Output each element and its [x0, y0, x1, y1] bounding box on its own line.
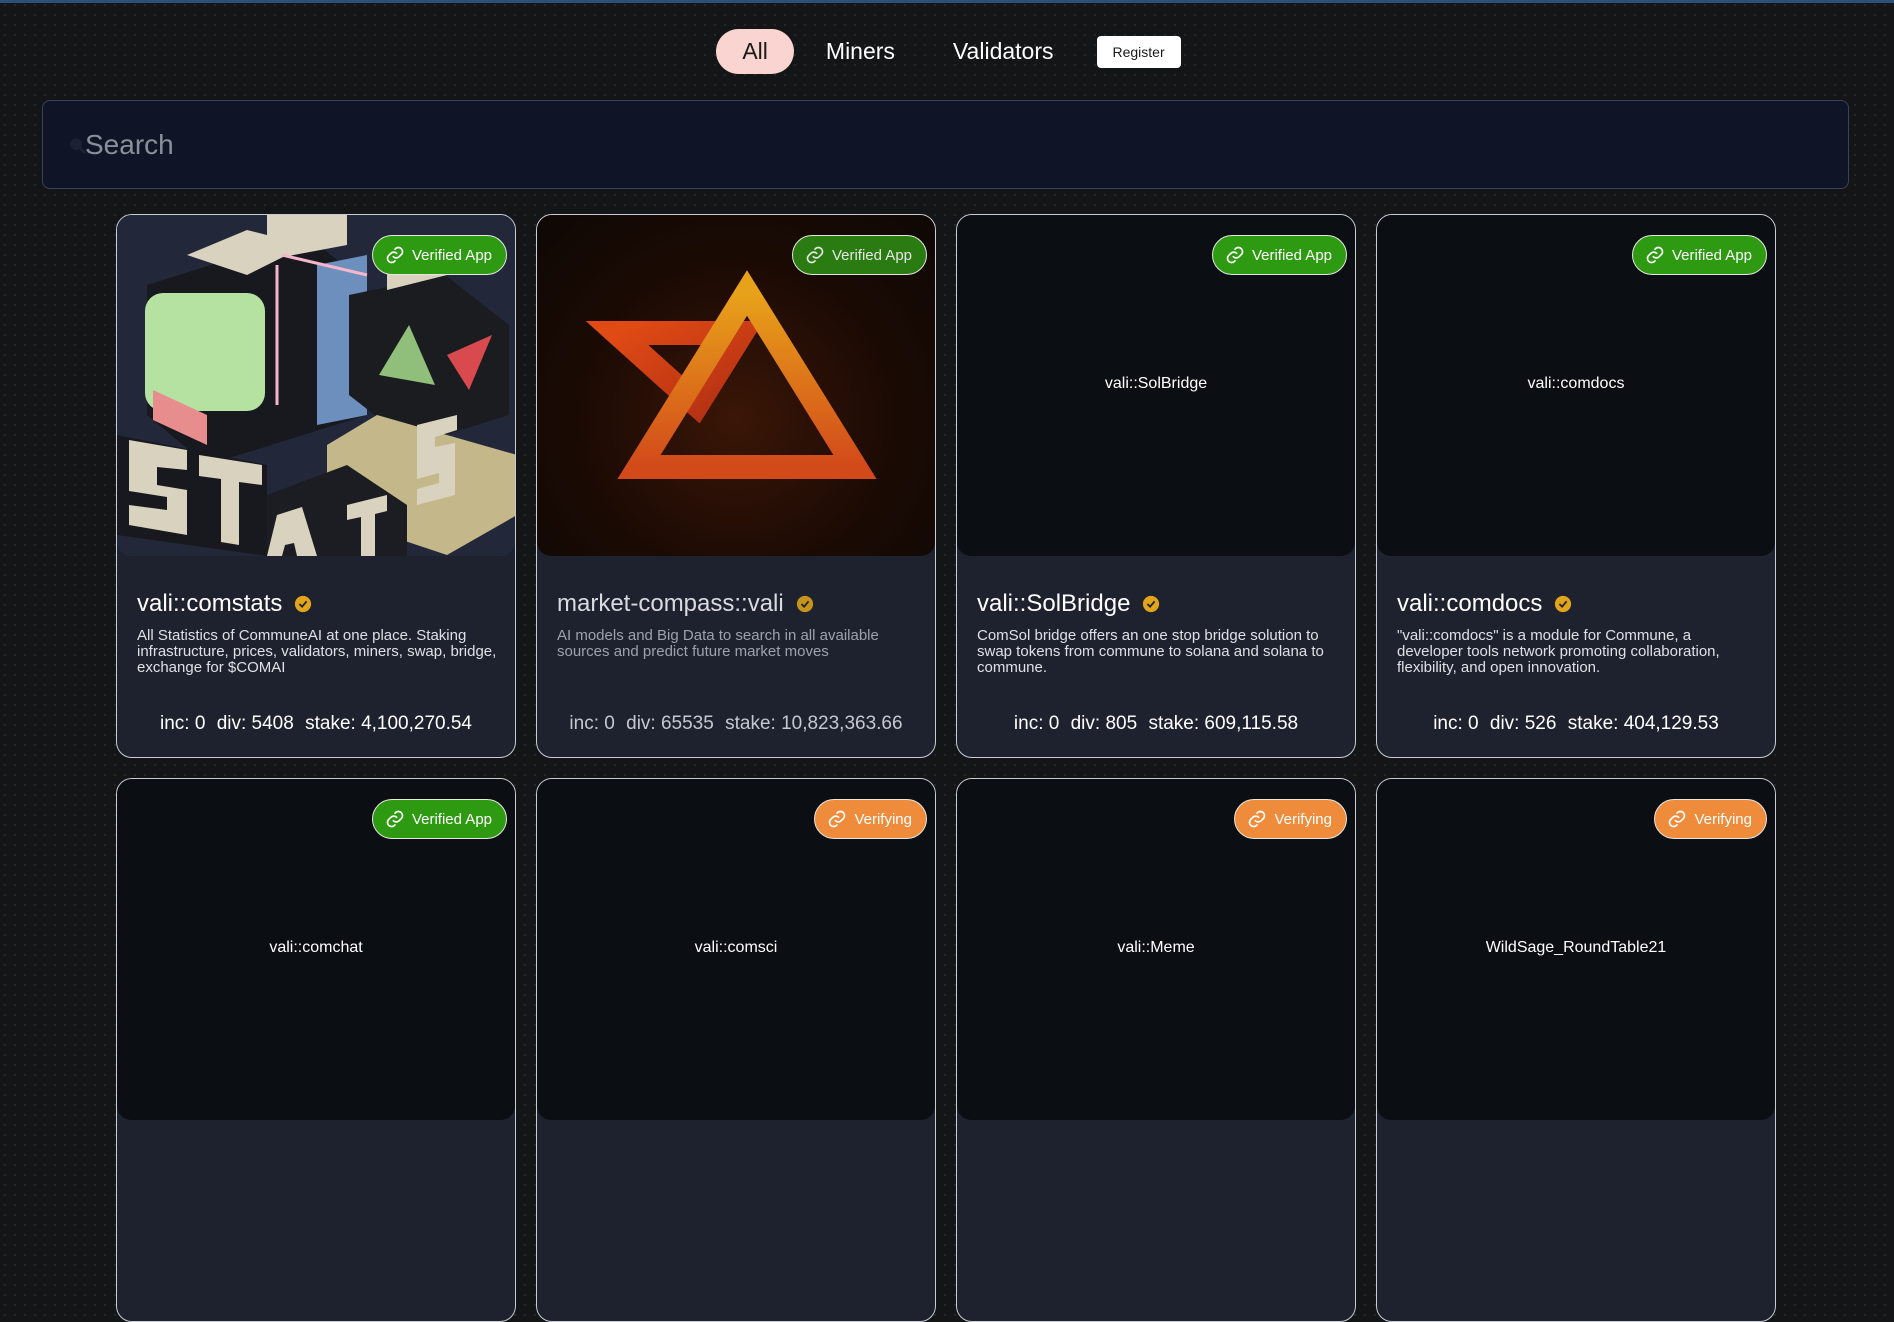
app-card-comchat[interactable]: vali::comchat Verified App [116, 778, 516, 1322]
card-stats: inc: 0 div: 805 stake: 609,115.58 [957, 713, 1355, 735]
dividends-stat: div: 805 [1070, 713, 1138, 734]
incentive-stat: inc: 0 [159, 713, 206, 734]
app-card-meme[interactable]: vali::Meme Verifying [956, 778, 1356, 1322]
link-icon [829, 810, 846, 828]
top-accent-rule [0, 0, 1894, 3]
app-card-solbridge[interactable]: vali::SolBridge Verified App vali::SolBr… [956, 214, 1356, 758]
image-placeholder-text: vali::SolBridge [1104, 375, 1208, 392]
image-placeholder-text: WildSage_RoundTable21 [1485, 939, 1667, 956]
badge-label: Verified App [411, 810, 492, 828]
stake-stat: stake: 10,823,363.66 [725, 713, 903, 734]
badge-label: Verified App [1671, 246, 1752, 264]
verified-badge: Verified App [1631, 235, 1767, 275]
badge-label: Verifying [1274, 810, 1332, 828]
card-title-text: vali::comdocs [1397, 590, 1543, 617]
image-placeholder-text: vali::comdocs [1527, 375, 1625, 392]
verified-badge: Verified App [371, 235, 507, 275]
verified-check-icon [796, 595, 813, 613]
card-title-text: vali::comstats [137, 590, 283, 617]
card-title-text: market-compass::vali [557, 590, 784, 617]
verified-check-icon [295, 595, 312, 613]
app-card-comdocs[interactable]: vali::comdocs Verified App vali::comdocs… [1376, 214, 1776, 758]
incentive-stat: inc: 0 [1433, 713, 1479, 734]
verifying-badge: Verifying [1234, 799, 1347, 839]
card-title: vali::comdocs [1397, 590, 1572, 618]
app-card-market-compass[interactable]: Verified App market-compass::vali AI mod… [536, 214, 936, 758]
verified-check-icon [1143, 595, 1160, 613]
verifying-badge: Verifying [1654, 799, 1767, 839]
verified-check-icon [1555, 595, 1572, 613]
verified-badge: Verified App [791, 235, 927, 275]
app-card-wildsage-roundtable21[interactable]: WildSage_RoundTable21 Verifying [1376, 778, 1776, 1322]
card-description: "vali::comdocs" is a module for Commune,… [1397, 627, 1720, 676]
card-description: AI models and Big Data to search in all … [557, 627, 879, 660]
register-button[interactable]: Register [1096, 35, 1181, 68]
card-title: vali::SolBridge [977, 590, 1160, 618]
stake-stat: stake: 4,100,270.54 [305, 713, 473, 734]
tab-validators[interactable]: Validators [927, 29, 1080, 74]
image-placeholder-text: vali::Meme [1117, 939, 1195, 956]
card-description: All Statistics of CommuneAI at one place… [137, 627, 497, 676]
verifying-badge: Verifying [814, 799, 927, 839]
dividends-stat: div: 5408 [216, 713, 294, 734]
badge-label: Verifying [1694, 810, 1752, 828]
image-placeholder-text: vali::comsci [694, 939, 778, 956]
link-icon [386, 246, 404, 264]
link-icon [386, 810, 404, 828]
tab-miners[interactable]: Miners [800, 29, 921, 74]
stake-stat: stake: 609,115.58 [1148, 713, 1299, 734]
card-description: ComSol bridge offers an one stop bridge … [977, 627, 1324, 676]
card-title: market-compass::vali [557, 590, 814, 618]
tab-all[interactable]: All [716, 29, 794, 74]
card-stats: inc: 0 div: 65535 stake: 10,823,363.66 [537, 713, 935, 735]
link-icon [806, 246, 824, 264]
search-bar [42, 100, 1849, 189]
link-icon [1669, 810, 1686, 828]
stake-stat: stake: 404,129.53 [1567, 713, 1719, 734]
image-placeholder-text: vali::comchat [269, 939, 363, 956]
verified-badge: Verified App [1211, 235, 1347, 275]
app-card-comsci[interactable]: vali::comsci Verifying [536, 778, 936, 1322]
filter-tabs: All Miners Validators Register [0, 29, 1894, 74]
badge-label: Verified App [1251, 246, 1332, 264]
badge-label: Verified App [411, 246, 492, 264]
dividends-stat: div: 526 [1489, 713, 1557, 734]
badge-label: Verified App [831, 246, 912, 264]
dividends-stat: div: 65535 [626, 713, 714, 734]
link-icon [1646, 246, 1664, 264]
incentive-stat: inc: 0 [569, 713, 615, 734]
search-input[interactable] [43, 101, 1743, 188]
card-title: vali::comstats [137, 590, 312, 618]
card-title-text: vali::SolBridge [977, 590, 1131, 617]
link-icon [1249, 810, 1266, 828]
badge-label: Verifying [854, 810, 912, 828]
app-card-comstats[interactable]: Verified App vali::comstats All Statisti… [116, 214, 516, 758]
verified-badge: Verified App [371, 799, 507, 839]
card-stats: inc: 0 div: 5408 stake: 4,100,270.54 [117, 713, 515, 735]
link-icon [1226, 246, 1244, 264]
card-stats: inc: 0 div: 526 stake: 404,129.53 [1377, 713, 1775, 735]
incentive-stat: inc: 0 [1013, 713, 1060, 734]
